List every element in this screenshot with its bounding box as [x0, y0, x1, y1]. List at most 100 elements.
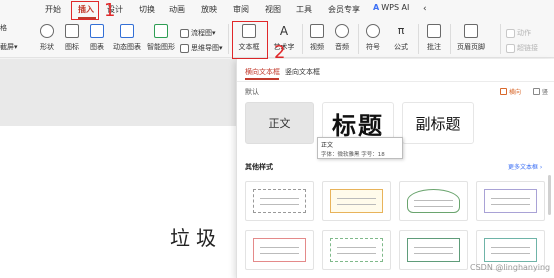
ribbon-divider: [358, 24, 359, 54]
textbox-template-thumbnail[interactable]: [322, 230, 391, 270]
symbol-button[interactable]: 符号: [362, 20, 384, 58]
hyperlink-icon: [506, 43, 515, 53]
ribbon-label-smart-graphic: 智能图形: [147, 43, 175, 51]
tab-vertical-textbox[interactable]: 竖向文本框: [285, 67, 320, 77]
style-subtitle[interactable]: 副标题: [402, 102, 474, 144]
template-border: [407, 189, 460, 213]
header-footer-button[interactable]: 页眉页脚: [455, 20, 487, 58]
template-text-line: [414, 253, 453, 254]
tab-transition[interactable]: 切换: [139, 4, 155, 15]
ribbon-label-chart: 图表: [90, 43, 104, 51]
action-icon: [506, 28, 515, 38]
template-text-line: [337, 253, 376, 254]
tooltip-detail: 字体：微软雅黑 字号：18: [321, 152, 385, 158]
smart-graphic-button[interactable]: 智能图形: [145, 20, 177, 58]
template-border: [484, 189, 537, 213]
ribbon-divider: [418, 24, 419, 54]
textbox-template-thumbnail[interactable]: [322, 181, 391, 221]
template-text-line: [260, 247, 299, 248]
formula-icon: π: [397, 24, 405, 37]
ribbon-label-header-footer: 页眉页脚: [457, 43, 485, 51]
ribbon-label-icons: 图标: [65, 43, 79, 51]
dynamic-chart-icon: [120, 24, 134, 38]
vertical-orientation-icon: [533, 88, 540, 95]
screenshot-button[interactable]: 截屏 ▾: [0, 42, 18, 52]
ribbon-divider: [302, 24, 303, 54]
chart-button[interactable]: 图表: [87, 20, 107, 58]
orientation-horizontal-label: 横向: [509, 89, 522, 96]
ribbon-label-dynamic-chart: 动态图表: [113, 43, 141, 51]
textbox-template-thumbnail[interactable]: [245, 230, 314, 270]
orientation-horizontal-toggle[interactable]: 横向: [500, 87, 521, 96]
menu-more-icon[interactable]: ‹: [423, 4, 427, 14]
tab-member[interactable]: 会员专享: [328, 4, 360, 15]
textbox-template-thumbnail[interactable]: [476, 181, 545, 221]
template-border: [407, 238, 460, 262]
icons-button[interactable]: 图标: [62, 20, 82, 58]
tab-tools[interactable]: 工具: [296, 4, 312, 15]
template-text-line: [260, 198, 299, 199]
hyperlink-button[interactable]: 超链接: [506, 43, 538, 53]
panel-scrollbar[interactable]: [548, 175, 551, 215]
wps-ai-label: WPS AI: [381, 3, 410, 12]
mindmap-icon: [180, 43, 189, 53]
slide-text[interactable]: 垃圾: [170, 222, 222, 251]
annotation-box-textbox: [232, 21, 268, 59]
orientation-vertical-toggle[interactable]: 竖: [533, 87, 548, 96]
formula-button[interactable]: π 公式: [390, 20, 412, 58]
chart-icon: [90, 24, 104, 38]
ribbon-label-comment: 批注: [427, 43, 441, 51]
dynamic-chart-button[interactable]: 动态图表: [111, 20, 143, 58]
template-border: [330, 238, 383, 262]
action-button[interactable]: 动作: [506, 28, 531, 38]
more-textbox-link[interactable]: 更多文本框 ›: [508, 162, 542, 171]
template-text-line: [491, 247, 530, 248]
template-text-line: [491, 204, 530, 205]
annotation-box-insert-tab: [71, 1, 99, 20]
textbox-template-thumbnail[interactable]: [245, 181, 314, 221]
style-body-text[interactable]: 正文: [245, 102, 314, 144]
ribbon-divider: [450, 24, 451, 54]
ribbon-label-formula: 公式: [394, 43, 408, 51]
icons-icon: [65, 24, 79, 38]
section-other-styles-label: 其他样式: [245, 163, 273, 171]
style-tooltip: 正文 字体：微软雅黑 字号：18: [317, 137, 403, 159]
ribbon-partial-item[interactable]: 格: [0, 23, 7, 33]
tab-animation[interactable]: 动画: [169, 4, 185, 15]
style-title-label: 标题: [332, 111, 384, 140]
template-text-line: [337, 204, 376, 205]
comment-icon: [427, 24, 441, 38]
template-text-line: [414, 200, 453, 201]
shapes-icon: [40, 24, 54, 38]
flowchart-button[interactable]: 流程图 ▾: [180, 28, 216, 38]
header-footer-icon: [464, 24, 478, 38]
shapes-button[interactable]: 形状: [36, 20, 58, 58]
symbol-icon: [366, 24, 380, 38]
tab-view[interactable]: 视图: [265, 4, 281, 15]
tab-review[interactable]: 审阅: [233, 4, 249, 15]
template-border: [330, 189, 383, 213]
section-default-label: 默认: [245, 88, 259, 96]
tab-start[interactable]: 开始: [45, 4, 61, 15]
template-border: [253, 189, 306, 213]
wordart-icon: A: [279, 24, 289, 38]
textbox-template-thumbnail[interactable]: [399, 181, 468, 221]
panel-active-tab-indicator: [245, 78, 279, 80]
mindmap-button[interactable]: 思维导图 ▾: [180, 43, 223, 53]
ribbon-label-action: 动作: [517, 29, 531, 37]
comment-button[interactable]: 批注: [424, 20, 444, 58]
ribbon-label-audio: 音频: [335, 43, 349, 51]
template-border: [484, 238, 537, 262]
ribbon-divider: [500, 24, 501, 54]
audio-button[interactable]: 音频: [331, 20, 353, 58]
template-text-line: [260, 204, 299, 205]
watermark: CSDN @linghanying: [470, 263, 551, 272]
tab-horizontal-textbox[interactable]: 横向文本框: [245, 67, 280, 77]
wps-ai-button[interactable]: A WPS AI: [373, 3, 409, 12]
video-button[interactable]: 视频: [306, 20, 328, 58]
smart-graphic-icon: [154, 24, 168, 38]
ribbon-divider: [228, 24, 229, 54]
tab-slideshow[interactable]: 放映: [201, 4, 217, 15]
textbox-template-thumbnail[interactable]: [399, 230, 468, 270]
slide-canvas[interactable]: [0, 126, 236, 278]
